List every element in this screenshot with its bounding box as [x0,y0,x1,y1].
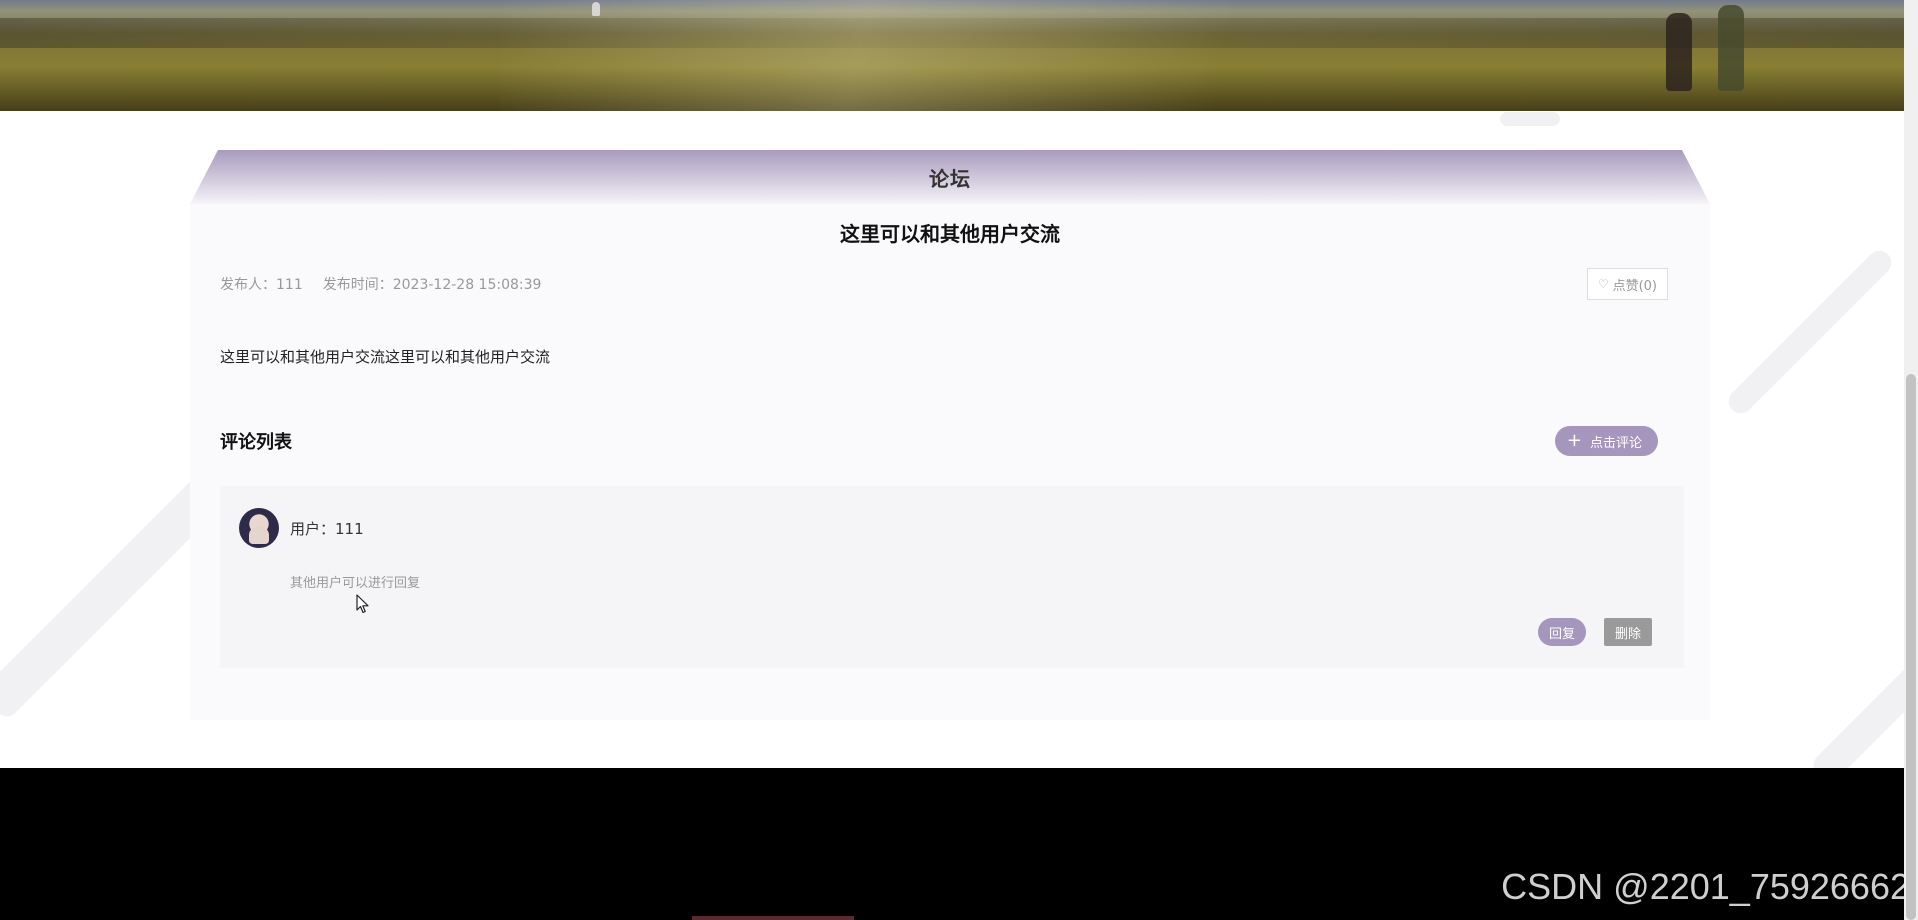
cursor-icon [356,594,369,614]
comment-item: 用户：111 其他用户可以进行回复 回复 删除 [220,486,1684,668]
heart-icon: ♡ [1597,277,1609,291]
plus-icon: + [1566,430,1582,451]
banner-figure [1718,5,1744,91]
forum-section-title: 论坛 [929,166,971,191]
banner-image [0,0,1904,111]
background-decoration [1723,245,1897,419]
background-decoration [1500,112,1560,126]
comments-heading: 评论列表 [220,432,292,453]
like-label: 点赞(0) [1612,278,1657,294]
watermark: CSDN @2201_75926662 [1501,866,1910,907]
banner-figure [592,2,600,16]
like-button[interactable]: ♡ 点赞(0) [1586,268,1668,300]
post-body: 这里可以和其他用户交流这里可以和其他用户交流 [220,348,551,366]
forum-header: 论坛 [190,150,1710,204]
post-publisher: 发布人：111 [220,277,303,293]
delete-button[interactable]: 删除 [1604,618,1652,646]
scrollbar-thumb[interactable] [1906,374,1916,920]
avatar [239,508,279,548]
post-panel: 这里可以和其他用户交流 发布人：111 发布时间：2023-12-28 15:0… [190,204,1710,720]
banner-figure [1666,13,1692,91]
add-comment-button[interactable]: + 点击评论 [1554,426,1658,456]
add-comment-label: 点击评论 [1589,435,1642,451]
background-decoration [1808,623,1918,787]
reply-button[interactable]: 回复 [1538,618,1586,646]
post-publish-time: 发布时间：2023-12-28 15:08:39 [322,277,542,293]
comment-text: 其他用户可以进行回复 [290,576,421,591]
post-title: 这里可以和其他用户交流 [840,222,1060,246]
scrollbar[interactable] [1904,0,1918,920]
page: 论坛 这里可以和其他用户交流 发布人：111 发布时间：2023-12-28 1… [0,0,1918,920]
post-meta: 发布人：111 发布时间：2023-12-28 15:08:39 [220,274,541,294]
comment-user: 用户：111 [290,520,364,538]
footer-accent-bar [692,916,854,920]
